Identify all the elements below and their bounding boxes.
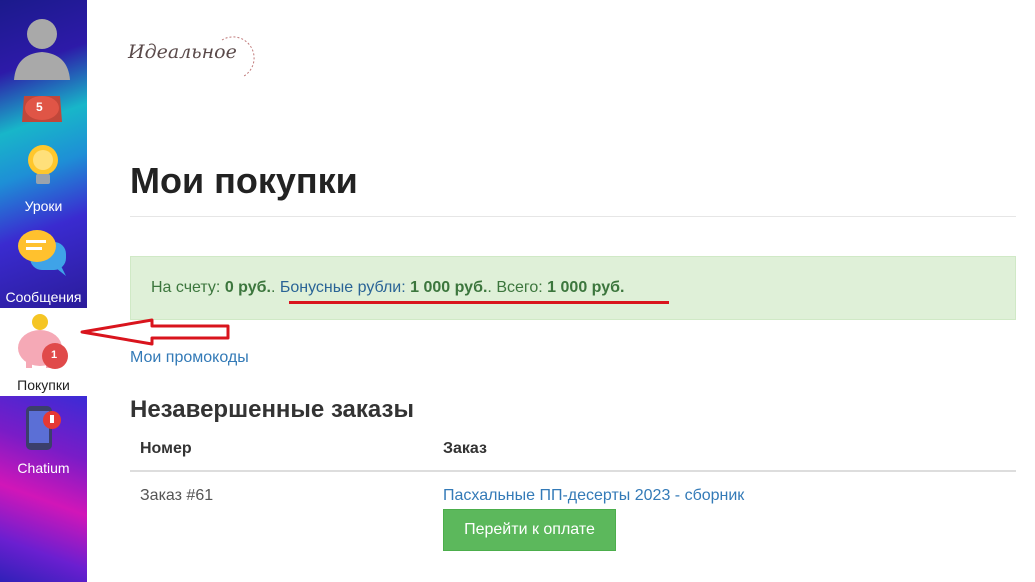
annotation-arrow-icon	[80, 318, 230, 346]
logo-mark: Идеальное	[127, 36, 255, 77]
account-label: На счету:	[151, 279, 221, 296]
column-header-number: Номер	[140, 440, 192, 457]
sidebar-profile[interactable]	[0, 8, 87, 86]
notifications-badge: 5	[36, 100, 43, 114]
bell-icon	[22, 96, 62, 122]
chat-bubbles-icon	[18, 230, 66, 276]
svg-text:Идеальное: Идеальное	[127, 41, 237, 63]
section-title: Незавершенные заказы	[130, 396, 414, 423]
brand-logo[interactable]: Идеальное	[126, 26, 256, 86]
order-link[interactable]: Пасхальные ПП-десерты 2023 - сборник	[443, 487, 744, 505]
column-header-order: Заказ	[443, 440, 487, 457]
table-header-divider	[130, 470, 1016, 472]
avatar-icon	[14, 19, 70, 80]
account-value: 0 руб.	[224, 279, 271, 296]
piggy-bank-icon	[18, 314, 68, 369]
divider	[130, 216, 1016, 217]
total-label: Всего:	[496, 279, 543, 296]
total-value: 1 000 руб.	[547, 279, 625, 296]
separator: .	[487, 279, 492, 296]
sidebar-item-messages[interactable]: Сообщения	[0, 226, 87, 306]
order-number-cell: Заказ #61	[140, 487, 214, 504]
lightbulb-icon	[28, 145, 58, 184]
sidebar-item-label: Уроки	[24, 198, 63, 214]
sidebar: 5 Уроки Сообщения 1 Покупки Chatium	[0, 0, 87, 582]
bonus-value: 1 000 руб.	[410, 279, 488, 296]
purchases-badge: 1	[51, 349, 58, 361]
balance-panel: На счету: 0 руб.. Бонусные рубли: 1 000 …	[130, 256, 1016, 320]
sidebar-notifications[interactable]: 5	[0, 92, 87, 132]
bonus-label-link[interactable]: Бонусные рубли:	[280, 279, 406, 296]
sidebar-item-purchases[interactable]: 1 Покупки	[0, 308, 87, 396]
page-title: Мои покупки	[130, 160, 358, 201]
sidebar-item-label: Сообщения	[5, 289, 82, 305]
pay-button[interactable]: Перейти к оплате	[443, 509, 616, 551]
sidebar-item-label: Покупки	[17, 377, 70, 393]
separator: .	[270, 279, 276, 296]
sidebar-item-chatium[interactable]: Chatium	[0, 402, 87, 482]
promo-codes-link[interactable]: Мои промокоды	[130, 349, 249, 367]
phone-notification-icon	[26, 406, 61, 450]
sidebar-item-label: Chatium	[17, 460, 70, 476]
sidebar-item-lessons[interactable]: Уроки	[0, 140, 87, 218]
annotation-underline	[289, 301, 669, 304]
